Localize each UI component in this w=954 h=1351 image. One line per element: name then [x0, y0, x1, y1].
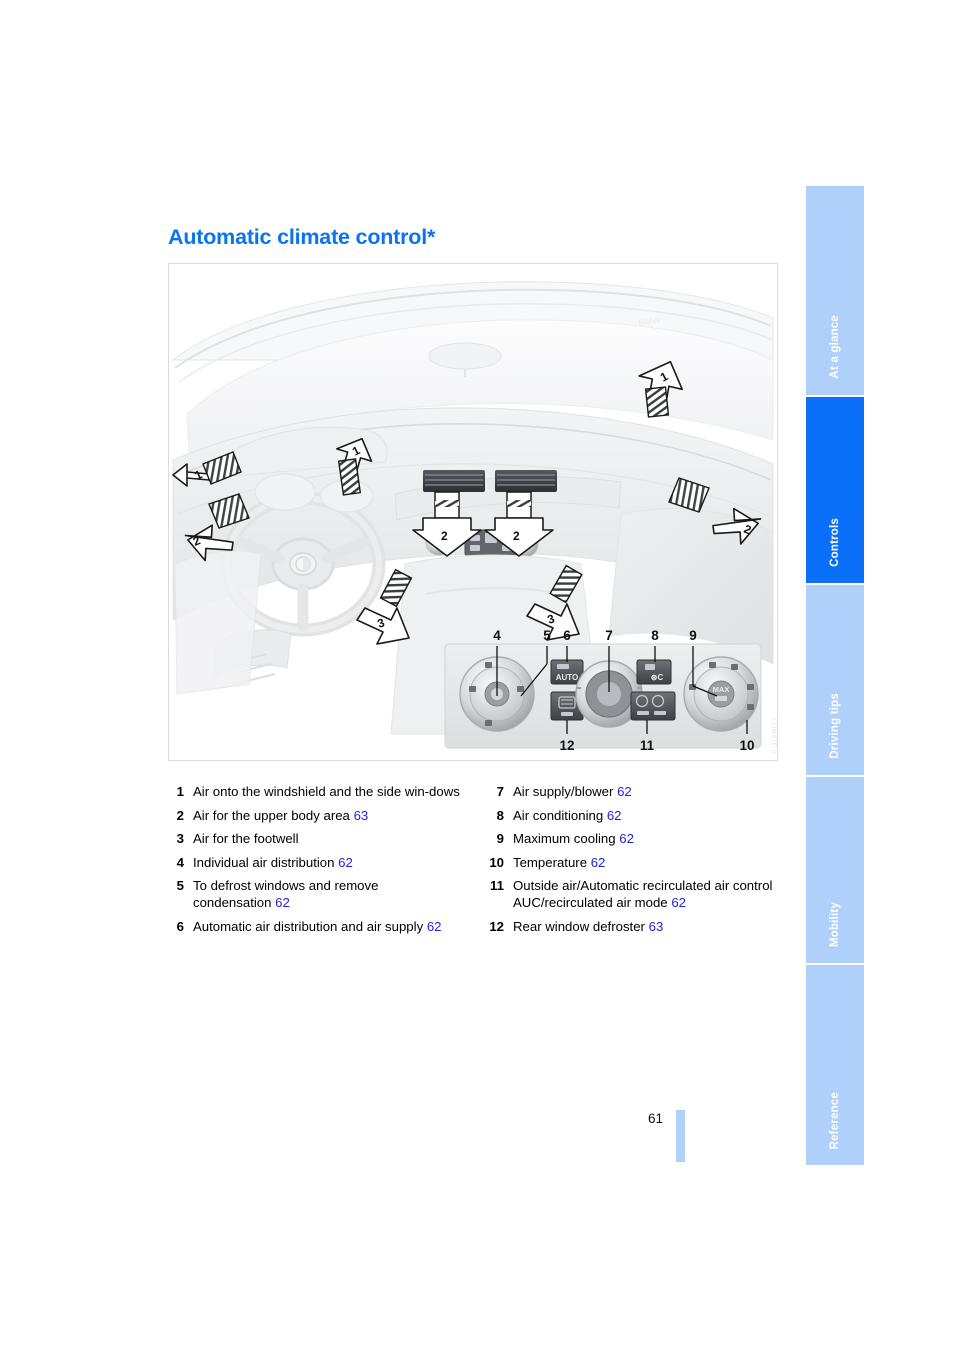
page-reference[interactable]: 62 — [427, 919, 442, 934]
legend-label: Individual air distribution 62 — [193, 854, 353, 870]
page-marker-bar — [676, 1110, 685, 1162]
page-reference[interactable]: 62 — [591, 855, 606, 870]
legend-item: 9 Maximum cooling 62 — [480, 830, 800, 847]
page-reference[interactable]: 62 — [607, 808, 622, 823]
legend-number: 6 — [176, 918, 184, 934]
legend-item: 11 Outside air/Automatic recirculated ai… — [480, 877, 800, 911]
svg-text:MAX: MAX — [713, 685, 730, 694]
dashboard-illustration: BMW AUTO ⊛C MAX 1 1 1 2 2 2 2 3 3 4 5 6 … — [168, 263, 778, 761]
legend-item: 1 Air onto the windshield and the side w… — [160, 783, 460, 800]
legend-number: 3 — [176, 831, 184, 846]
sidebar-tab-controls[interactable]: Controls — [806, 397, 864, 583]
legend-label: Air for the footwell — [193, 831, 299, 846]
page-reference[interactable]: 62 — [275, 895, 290, 910]
legend-number: 10 — [489, 854, 504, 870]
legend-column-left: 1 Air onto the windshield and the side w… — [160, 783, 460, 941]
svg-text:10: 10 — [739, 738, 754, 753]
legend-label: Air onto the windshield and the side win… — [193, 784, 460, 799]
figure-id-label: CLIMATE-IL — [770, 718, 776, 756]
legend-number: 12 — [489, 918, 504, 934]
page-title: Automatic climate control* — [168, 225, 436, 249]
legend-number: 8 — [496, 807, 504, 823]
page-number: 61 — [648, 1111, 664, 1126]
sidebar-tab-label: Mobility — [829, 901, 841, 947]
legend-item: 6 Automatic air distribution and air sup… — [160, 918, 460, 935]
legend-item: 10 Temperature 62 — [480, 854, 800, 871]
page-reference[interactable]: 63 — [649, 919, 664, 934]
legend-item: 2 Air for the upper body area 63 — [160, 807, 460, 824]
svg-text:2: 2 — [513, 529, 520, 543]
svg-text:7: 7 — [605, 628, 613, 643]
legend-label: Air for the upper body area 63 — [193, 807, 369, 823]
sidebar-tab-mobility[interactable]: Mobility — [806, 777, 864, 963]
page-reference[interactable]: 62 — [671, 895, 686, 910]
sidebar-tab-label: Reference — [829, 1091, 841, 1149]
legend-label: Outside air/Automatic recirculated air c… — [513, 878, 773, 910]
legend-item: 7 Air supply/blower 62 — [480, 783, 800, 800]
legend-item: 4 Individual air distribution 62 — [160, 854, 460, 871]
sidebar-tab-label: At a glance — [829, 315, 841, 379]
legend-item: 3 Air for the footwell — [160, 830, 460, 847]
svg-text:AUTO: AUTO — [556, 673, 579, 682]
legend-number: 5 — [176, 878, 184, 893]
legend-label: Air supply/blower 62 — [513, 784, 632, 799]
legend-column-right: 7 Air supply/blower 62 8 Air conditionin… — [480, 783, 800, 941]
sidebar-tab-reference[interactable]: Reference — [806, 965, 864, 1165]
page-reference[interactable]: 62 — [338, 855, 353, 870]
legend-number: 7 — [496, 784, 504, 799]
sidebar-tab-driving-tips[interactable]: Driving tips — [806, 585, 864, 775]
legend-label: Maximum cooling 62 — [513, 831, 634, 846]
legend-number: 11 — [490, 878, 504, 893]
legend-label: To defrost windows and remove condensati… — [193, 878, 379, 910]
sidebar-tab-at-a-glance[interactable]: At a glance — [806, 186, 864, 395]
legend-item: 12 Rear window defroster 63 — [480, 918, 800, 935]
svg-text:5: 5 — [543, 628, 551, 643]
page-reference[interactable]: 62 — [619, 831, 634, 846]
page-reference[interactable]: 62 — [617, 784, 632, 799]
legend-label: Temperature 62 — [513, 854, 606, 870]
svg-text:4: 4 — [493, 628, 501, 643]
legend-label: Rear window defroster 63 — [513, 918, 664, 934]
sidebar-tab-label: Driving tips — [829, 693, 841, 759]
svg-text:⊛C: ⊛C — [651, 673, 664, 682]
legend-number: 1 — [176, 784, 184, 799]
legend-item: 5 To defrost windows and remove condensa… — [160, 877, 460, 911]
legend-label: Automatic air distribution and air suppl… — [193, 918, 442, 934]
page-reference[interactable]: 63 — [354, 808, 369, 823]
legend-item: 8 Air conditioning 62 — [480, 807, 800, 824]
svg-text:8: 8 — [651, 628, 659, 643]
legend-number: 4 — [176, 854, 184, 870]
legend-number: 2 — [176, 807, 184, 823]
sidebar-tab-label: Controls — [829, 518, 841, 567]
chapter-tab-sidebar: At a glance Controls Driving tips Mobili… — [806, 0, 864, 1351]
svg-text:11: 11 — [640, 738, 655, 753]
svg-text:2: 2 — [441, 529, 448, 543]
svg-text:6: 6 — [563, 628, 571, 643]
legend-label: Air conditioning 62 — [513, 807, 622, 823]
svg-text:9: 9 — [689, 628, 697, 643]
svg-text:12: 12 — [559, 738, 574, 753]
legend-number: 9 — [496, 831, 504, 846]
